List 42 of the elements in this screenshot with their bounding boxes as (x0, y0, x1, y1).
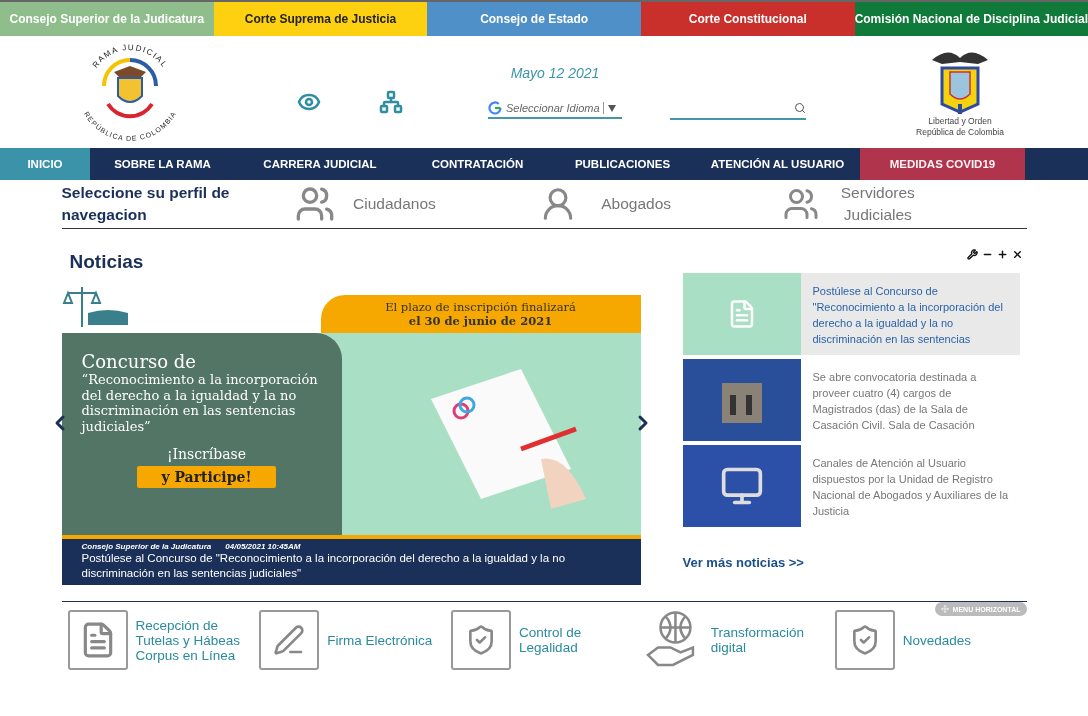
crest-caption: República de Colombia (916, 127, 1004, 138)
entity-link[interactable]: Corte Constitucional (640, 2, 855, 36)
profile-link[interactable]: Abogados (539, 185, 783, 223)
maximize-icon[interactable] (996, 249, 1008, 260)
profile-link[interactable]: Ciudadanos (295, 184, 540, 224)
entity-link[interactable]: Corte Suprema de Justicia (213, 2, 428, 36)
search-field[interactable] (670, 100, 806, 120)
banner-subtitle: “Reconocimiento a la incorporación del derecho a la igualdad y la no discriminación en las sentencias judiciales” (81, 372, 319, 434)
service-link[interactable]: Firma Electrónica (259, 610, 452, 670)
document-icon (67, 610, 128, 670)
entity-link[interactable]: Consejo de Estado (427, 2, 641, 36)
banner-call: ¡Inscríbase (165, 446, 248, 462)
profile-title: Seleccione su perfil de navegacion (61, 183, 231, 225)
g-logo-icon (488, 101, 502, 115)
date-text: Mayo 12 2021 (510, 65, 600, 81)
news-item[interactable]: Se abre convocatoria destinada a proveer cuatro (4) cargos de Magistrados (das) de la Sala de Casación Civil. Sala de Casación (682, 359, 1020, 441)
banner-heading: Concurso de (81, 351, 197, 372)
news-source: Consejo Superior de la Judicatura (81, 542, 212, 551)
news-item[interactable]: Canales de Atención al Usuario dispuestos por la Unidad de Registro Nacional de Abogados y Auxiliares de la Justicia (682, 445, 1020, 527)
crest-caption: Libertad y Orden (928, 116, 992, 127)
news-headline-link[interactable]: Postúlese al Concurso de "Reconocimiento a la incorporación del derecho a la igualdad y la no discriminación en las sentencias judiciales" (81, 551, 621, 581)
dropdown-caret-icon[interactable] (607, 104, 616, 112)
profile-link[interactable]: Servidores Judiciales (782, 182, 1027, 226)
sitemap-icon[interactable] (379, 90, 403, 114)
participate-badge: y Participe! (137, 466, 276, 488)
service-link[interactable]: Transformación digital (642, 610, 835, 670)
wrench-icon[interactable] (966, 249, 978, 260)
section-title: Noticias (69, 251, 144, 273)
deadline-banner: El plazo de inscripción finalizará el 30 de junio de 2021 (320, 295, 641, 333)
nav-tab[interactable]: INICIO (0, 148, 90, 180)
nav-tab[interactable]: MEDIDAS COVID19 (860, 148, 1025, 180)
language-select[interactable]: Seleccionar Idioma (488, 99, 622, 119)
service-link[interactable]: Recepción de Tutelas y Hábeas Corpus en Línea (67, 610, 260, 670)
news-item[interactable]: Postúlese al Concurso de "Reconocimiento a la incorporación del derecho a la igualdad y la no discriminación en las sentencias (682, 273, 1020, 355)
group-icon (295, 184, 336, 224)
group-icon (782, 186, 819, 222)
more-news-link[interactable]: Ver más noticias >> (682, 555, 1027, 570)
news-date: 04/05/2021 10:45AM (225, 542, 301, 551)
service-link[interactable]: Control de Legalidad (451, 610, 643, 670)
entity-link[interactable]: Comisión Nacional de Disciplina Judicial (854, 2, 1088, 36)
close-icon[interactable] (1011, 249, 1023, 260)
search-icon[interactable] (794, 102, 806, 114)
